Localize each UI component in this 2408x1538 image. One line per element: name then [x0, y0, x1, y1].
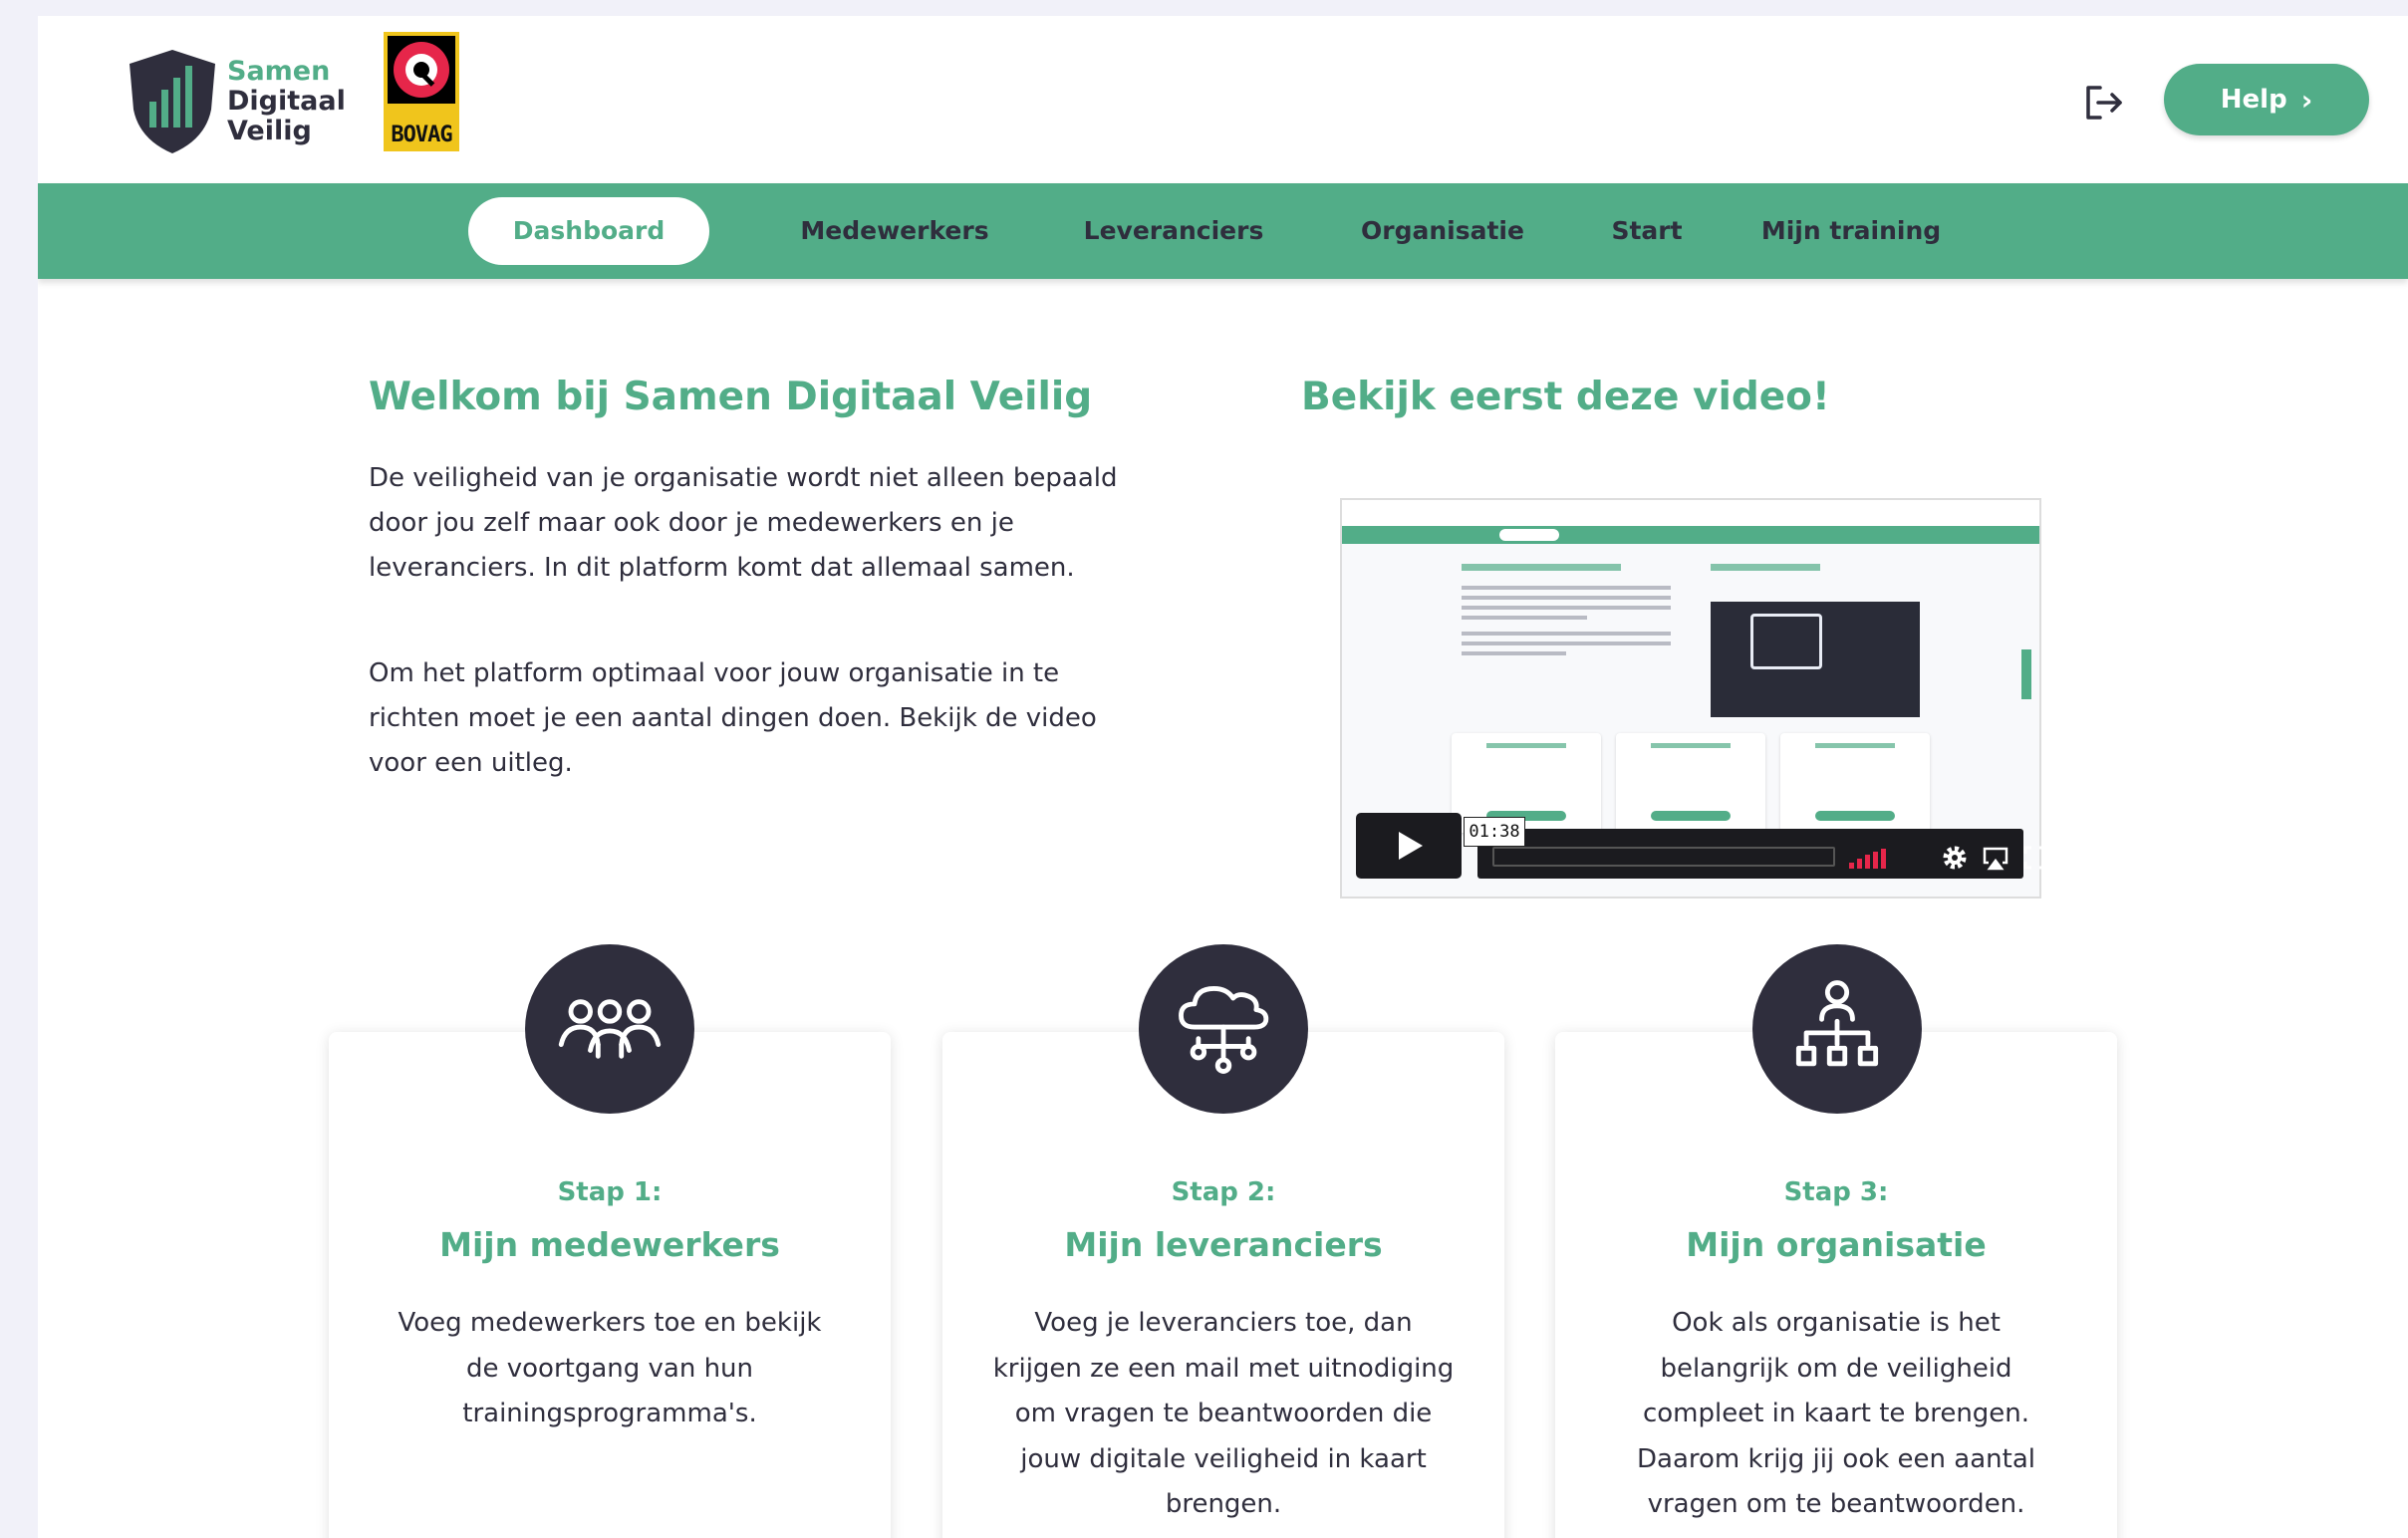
video-duration-tooltip: 01:38 [1464, 817, 1525, 847]
video-thumbnail-title-2 [1711, 564, 1820, 571]
step-title: Mijn leveranciers [1064, 1225, 1383, 1264]
video-thumbnail-text [1462, 586, 1671, 661]
volume-icon[interactable] [1849, 849, 1889, 869]
video-thumbnail-nav [1342, 526, 2039, 544]
logout-icon[interactable] [2078, 78, 2128, 128]
nav-item-organisatie[interactable]: Organisatie [1323, 197, 1562, 265]
bovag-logo[interactable]: BOVAG [384, 32, 459, 151]
logo-line-1: Samen [227, 56, 331, 87]
help-button[interactable]: Help › [2164, 64, 2369, 135]
intro-paragraph-2: Om het platform optimaal voor jouw organ… [369, 658, 1097, 778]
logo-line-2: Digitaal [227, 86, 346, 117]
airplay-icon[interactable] [1981, 843, 2010, 873]
nav-item-start[interactable]: Start [1582, 197, 1712, 265]
nav-item-leveranciers[interactable]: Leveranciers [1054, 197, 1293, 265]
cloud-network-icon [1139, 944, 1308, 1114]
video-thumbnail-photo [1711, 602, 1920, 717]
nav-item-dashboard[interactable]: Dashboard [468, 197, 709, 265]
bovag-emblem-icon [388, 36, 455, 104]
logo-line-3: Veilig [227, 116, 312, 146]
page: Samen Digitaal Veilig BOVAG Help › Dashb… [38, 16, 2408, 1538]
settings-icon[interactable] [1940, 843, 1970, 873]
step-description: Ook als organisatie is het belangrijk om… [1637, 1308, 2035, 1519]
play-button[interactable] [1356, 813, 1462, 879]
bovag-wordmark: BOVAG [391, 123, 452, 147]
nav-item-medewerkers[interactable]: Medewerkers [775, 197, 1014, 265]
video-thumbnail-card [1616, 733, 1765, 833]
step-label: Stap 3: [1783, 1177, 1889, 1207]
step-description: Voeg je leveranciers toe, dan krijgen ze… [992, 1308, 1455, 1519]
step-description: Voeg medewerkers toe en bekijk de voortg… [398, 1308, 822, 1428]
welcome-heading: Welkom bij Samen Digitaal Veilig [369, 375, 1093, 419]
main-nav: Dashboard Medewerkers Leveranciers Organ… [38, 183, 2408, 279]
logo-text: Samen Digitaal Veilig [227, 57, 346, 146]
step-title: Mijn organisatie [1686, 1225, 1987, 1264]
video-thumbnail-header [1342, 500, 2039, 526]
video-heading: Bekijk eerst deze video! [1301, 375, 1830, 419]
samen-digitaal-veilig-logo[interactable]: Samen Digitaal Veilig [126, 42, 385, 161]
video-thumbnail-title [1462, 564, 1621, 571]
team-icon [525, 944, 694, 1114]
video-progress-bar[interactable] [1492, 847, 1835, 867]
video-thumbnail-side-tab [2021, 649, 2031, 699]
play-icon [1399, 832, 1423, 860]
step-title: Mijn medewerkers [439, 1225, 780, 1264]
video-thumbnail-card [1780, 733, 1930, 833]
fullscreen-icon[interactable] [2020, 843, 2050, 873]
chevron-right-icon: › [2300, 83, 2313, 117]
step-label: Stap 1: [557, 1177, 663, 1207]
shield-logo-icon [130, 50, 215, 153]
step-label: Stap 2: [1171, 1177, 1276, 1207]
nav-item-mijn-training[interactable]: Mijn training [1732, 197, 1971, 265]
intro-paragraph-1: De veiligheid van je organisatie wordt n… [369, 463, 1118, 583]
header: Samen Digitaal Veilig BOVAG Help › [38, 16, 2408, 183]
help-button-label: Help [2220, 85, 2287, 115]
org-chart-icon [1752, 944, 1922, 1114]
